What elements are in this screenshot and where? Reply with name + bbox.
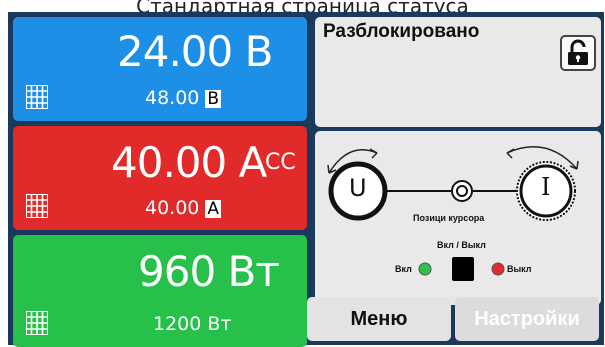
voltage-set-unit: В	[205, 89, 222, 109]
voltage-panel[interactable]: 24.00 В 48.00 В	[13, 17, 307, 121]
keypad-icon[interactable]	[26, 85, 48, 109]
voltage-actual-value: 24.00 В	[117, 27, 273, 76]
status-panel: Разблокировано	[315, 17, 601, 127]
power-actual-value: 960 Вт	[138, 247, 280, 296]
current-set-row[interactable]: 40.00 А	[145, 197, 222, 219]
off-label: Выкл	[507, 264, 532, 274]
current-set-value: 40.00	[145, 197, 200, 219]
current-actual-value: 40.00 А	[111, 138, 267, 187]
unlock-icon	[568, 39, 588, 65]
cursor-panel: U I Позици курсора Вкл / Выкл Вкл Выкл	[315, 131, 601, 305]
cursor-position-label: Позици курсора	[413, 213, 485, 223]
toggle-title: Вкл / Выкл	[437, 240, 486, 250]
keypad-icon[interactable]	[26, 194, 48, 218]
lock-status-text: Разблокировано	[323, 21, 480, 42]
power-set-row[interactable]: 1200 Вт	[153, 313, 231, 335]
device-display: 24.00 В 48.00 В 40.00 А CC 40.00 А 960 Вт …	[8, 12, 604, 347]
menu-button[interactable]: Меню	[307, 297, 451, 341]
lock-button[interactable]	[560, 35, 596, 71]
on-label: Вкл	[395, 264, 412, 274]
current-set-unit: А	[205, 199, 222, 219]
on-led-icon	[418, 262, 432, 276]
voltage-set-value: 48.00	[145, 87, 200, 109]
voltage-set-row[interactable]: 48.00 В	[145, 87, 222, 109]
output-toggle-button	[452, 257, 474, 281]
current-panel[interactable]: 40.00 А CC 40.00 А	[13, 126, 307, 230]
right-knob-label: I	[541, 173, 551, 201]
keypad-icon[interactable]	[26, 311, 48, 335]
power-panel[interactable]: 960 Вт 1200 Вт	[13, 235, 307, 347]
regulation-mode-badge: CC	[265, 150, 296, 175]
power-set-value: 1200	[153, 313, 202, 335]
power-set-unit: Вт	[207, 313, 232, 335]
left-knob-label: U	[349, 174, 367, 202]
off-led-icon	[491, 262, 505, 276]
settings-button[interactable]: Настройки	[455, 297, 599, 341]
